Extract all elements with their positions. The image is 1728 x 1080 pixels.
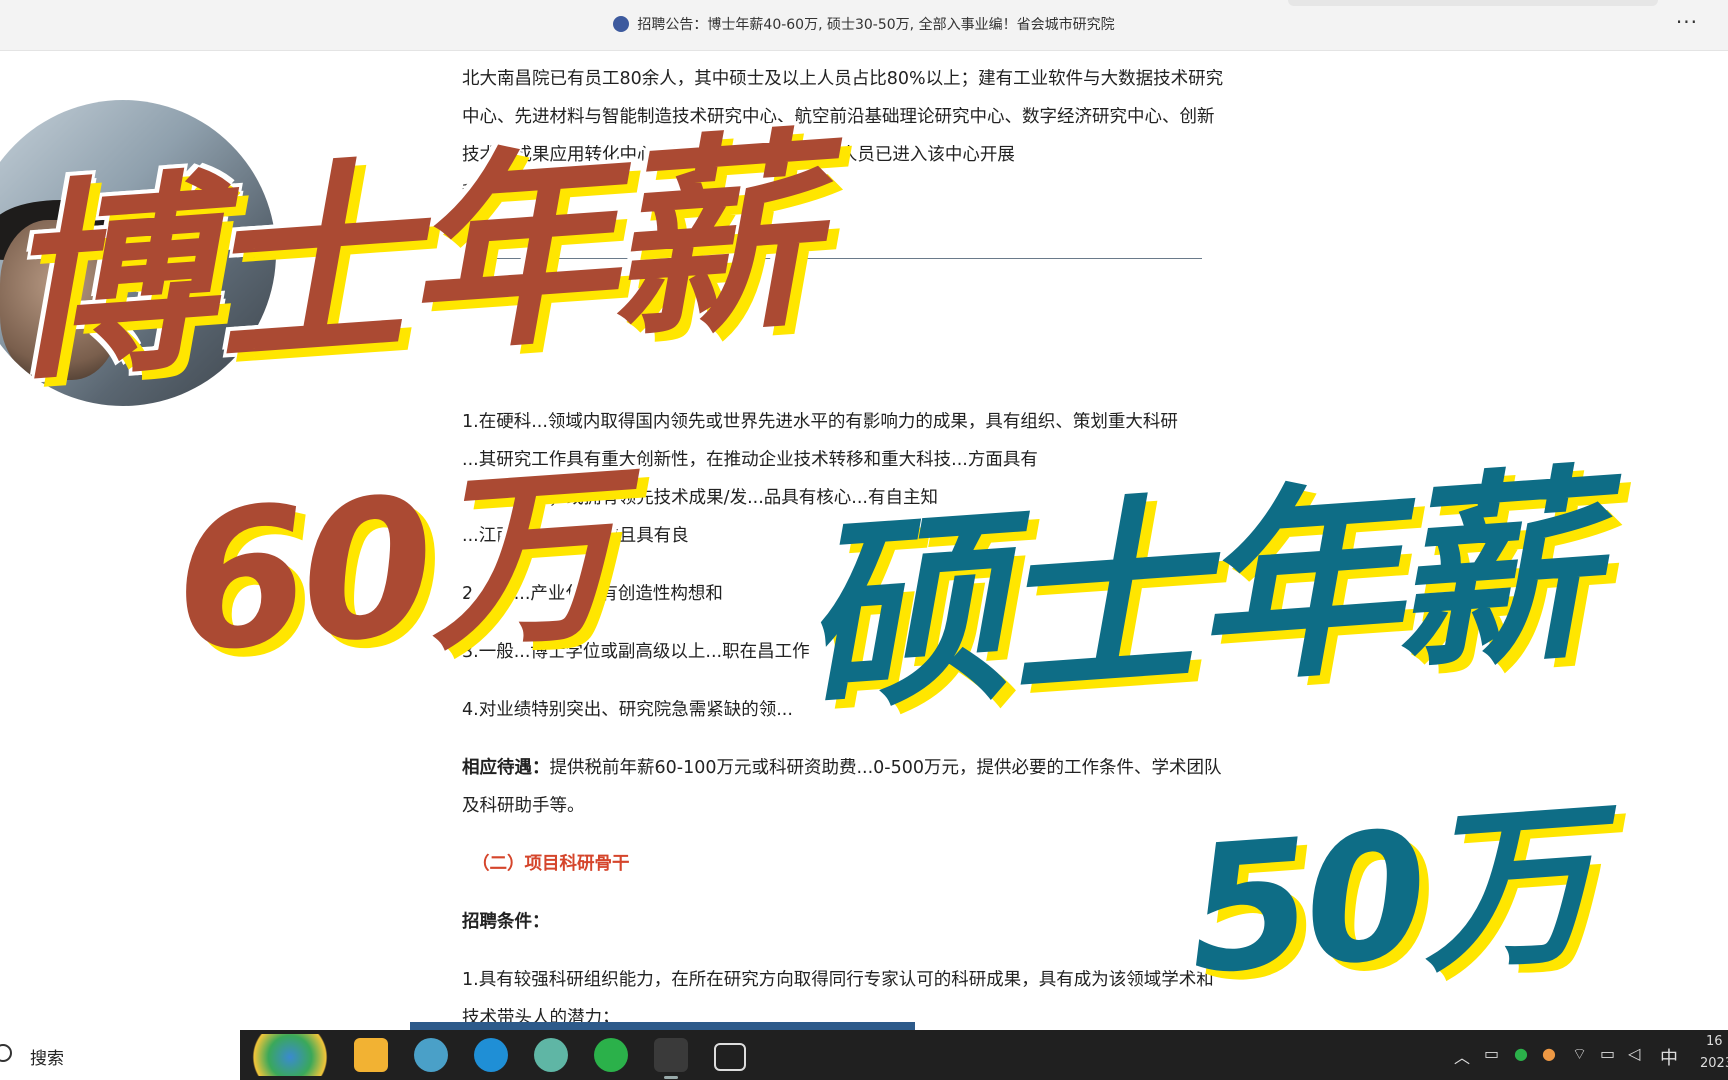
active-app-indicator <box>664 1076 678 1079</box>
video-icon[interactable] <box>714 1043 746 1071</box>
ellipsis-icon[interactable]: ··· <box>1676 10 1698 34</box>
wechat-tray-icon[interactable]: ● <box>1514 1044 1528 1063</box>
phd-amount-overlay: 60万 <box>168 443 619 695</box>
requirement-line: 4.对业绩特别突出、研究院急需紧缺的领... <box>462 700 793 720</box>
wifi-icon[interactable]: ⌔ <box>1572 1044 1587 1064</box>
window-title-text: 招聘公告：博士年薪40-60万, 硕士30-50万, 全部入事业编！省会城市研究… <box>637 17 1115 33</box>
edge-icon[interactable] <box>474 1038 508 1072</box>
search-app-icon[interactable] <box>414 1038 448 1072</box>
taskbar: 搜索 ︿ ▭ ● ● ⌔ ▭ ◁ 中 16 2023 <box>0 1030 1728 1080</box>
file-explorer-icon[interactable] <box>354 1038 388 1072</box>
master-salary-overlay: 硕士年薪 <box>793 447 1597 741</box>
wechat-icon[interactable] <box>594 1038 628 1072</box>
clock-time[interactable]: 16 <box>1706 1034 1723 1049</box>
search-label: 搜索 <box>30 1049 64 1069</box>
titlebar-overlay-tab <box>1288 0 1658 6</box>
app-logo-icon <box>613 16 630 32</box>
qq-tray-icon[interactable]: ● <box>1542 1044 1556 1063</box>
window-titlebar: 招聘公告：博士年薪40-60万, 硕士30-50万, 全部入事业编！省会城市研究… <box>0 0 1728 51</box>
ime-indicator[interactable]: 中 <box>1660 1044 1678 1070</box>
window-title: 招聘公告：博士年薪40-60万, 硕士30-50万, 全部入事业编！省会城市研究… <box>0 14 1728 34</box>
benefit-line: 相应待遇：提供税前年薪60-100万元或科研资助费...0-500万元，提供必要… <box>462 754 1222 779</box>
volume-icon[interactable]: ◁ <box>1628 1044 1640 1063</box>
benefit-text: 提供税前年薪60-100万元或科研资助费...0-500万元，提供必要的工作条件… <box>549 758 1222 778</box>
search-icon <box>0 1044 12 1062</box>
clock-date[interactable]: 2023 <box>1700 1056 1728 1071</box>
avatar-app-icon[interactable] <box>534 1038 568 1072</box>
camera-tray-icon[interactable]: ▭ <box>1484 1044 1499 1063</box>
window-app-icon[interactable] <box>654 1038 688 1072</box>
section-heading: （二）项目科研骨干 <box>472 854 630 874</box>
conditions-label: 招聘条件： <box>462 912 550 932</box>
battery-icon[interactable]: ▭ <box>1600 1044 1615 1063</box>
benefit-line-2: 及科研助手等。 <box>462 796 585 816</box>
condition-line: 1.具有较强科研组织能力，在所在研究方向取得同行专家认可的科研成果，具有成为该领… <box>462 970 1214 990</box>
benefit-label: 相应待遇： <box>462 758 550 778</box>
master-amount-overlay: 50万 <box>1182 782 1597 1014</box>
taskbar-search[interactable]: 搜索 <box>0 1030 240 1080</box>
phd-salary-overlay: 博士年薪 <box>0 109 817 411</box>
widgets-globe-icon[interactable] <box>248 1034 332 1076</box>
chevron-up-icon[interactable]: ︿ <box>1454 1044 1470 1068</box>
